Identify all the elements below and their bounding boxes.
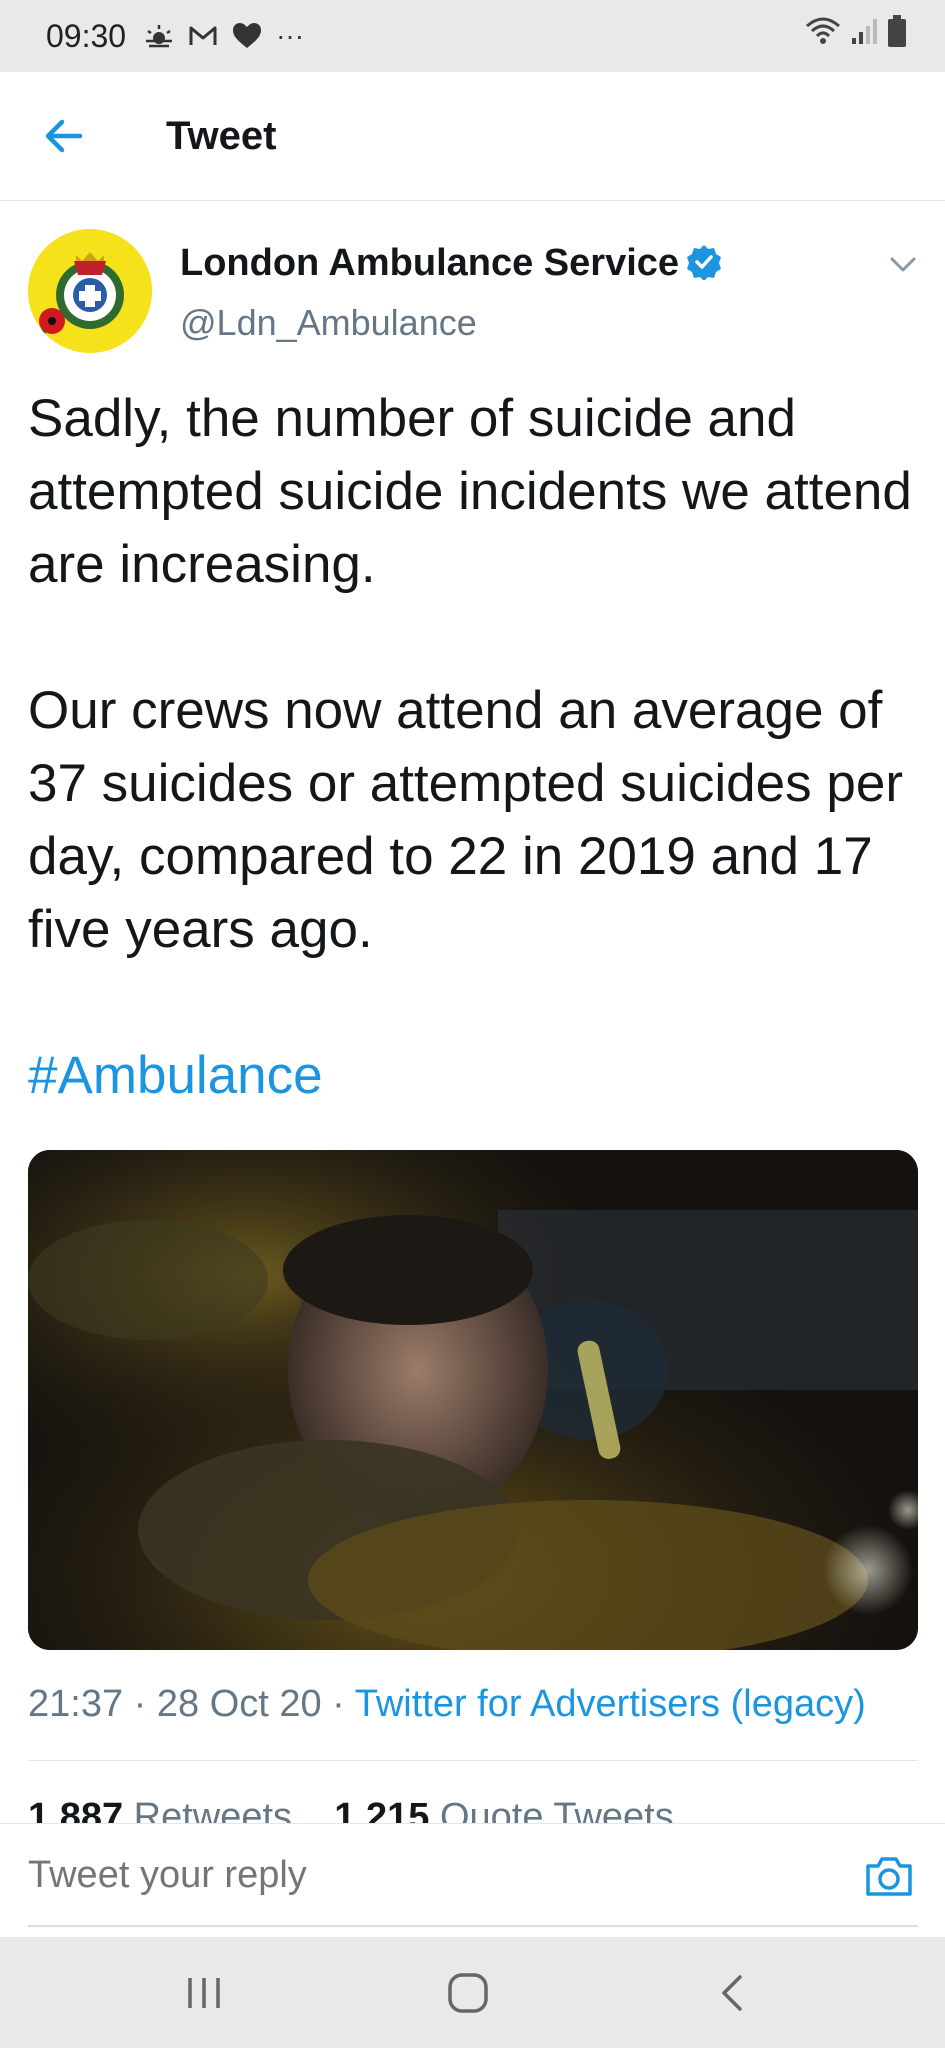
wifi-icon bbox=[805, 16, 841, 51]
tweet-source-link[interactable]: Twitter for Advertisers (legacy) bbox=[355, 1683, 866, 1725]
home-icon bbox=[448, 1973, 488, 2013]
camera-button[interactable] bbox=[864, 1854, 914, 1898]
tweet-paragraph: Our crews now attend an average of 37 su… bbox=[28, 681, 903, 959]
page-title: Tweet bbox=[166, 114, 277, 158]
verified-badge-icon bbox=[687, 245, 721, 280]
back-button[interactable] bbox=[40, 112, 88, 160]
heart-icon bbox=[232, 16, 262, 56]
reply-underline bbox=[28, 1925, 918, 1927]
status-time: 09:30 bbox=[46, 17, 127, 54]
tweet-media-image[interactable] bbox=[28, 1150, 918, 1650]
tweet-paragraph: Sadly, the number of suicide and attempt… bbox=[28, 389, 912, 594]
nav-back-button[interactable] bbox=[710, 1972, 758, 2014]
gmail-icon bbox=[188, 16, 218, 56]
author-name[interactable]: London Ambulance Service bbox=[180, 242, 679, 285]
chevron-down-icon bbox=[890, 257, 916, 272]
hashtag-link[interactable]: #Ambulance bbox=[28, 1046, 323, 1105]
tweet-options-button[interactable] bbox=[888, 252, 918, 276]
status-bar: 09:30 ··· bbox=[0, 0, 945, 72]
arrow-left-icon bbox=[45, 119, 83, 153]
home-button[interactable] bbox=[444, 1972, 492, 2014]
system-nav-bar bbox=[0, 1937, 945, 2048]
ambulance-crest-logo bbox=[28, 229, 152, 353]
camera-icon bbox=[866, 1857, 912, 1896]
avatar[interactable] bbox=[28, 229, 152, 353]
reply-input[interactable] bbox=[28, 1854, 808, 1897]
recent-apps-button[interactable] bbox=[180, 1972, 228, 2014]
author-handle[interactable]: @Ldn_Ambulance bbox=[180, 302, 477, 344]
weather-icon bbox=[144, 16, 174, 56]
more-icon: ··· bbox=[276, 20, 305, 51]
recent-apps-icon bbox=[188, 1978, 220, 2008]
tweet-timestamp[interactable]: 21:37 · 28 Oct 20 · bbox=[28, 1683, 355, 1725]
signal-icon bbox=[851, 16, 877, 51]
tweet-text: Sadly, the number of suicide and attempt… bbox=[28, 382, 918, 1112]
notification-icons: ··· bbox=[144, 16, 304, 56]
top-app-bar: Tweet bbox=[0, 72, 945, 201]
reply-bar bbox=[0, 1823, 945, 1927]
battery-icon bbox=[887, 14, 907, 53]
tweet-meta: 21:37 · 28 Oct 20 · Twitter for Advertis… bbox=[28, 1683, 866, 1726]
system-status-icons bbox=[805, 14, 907, 53]
divider bbox=[28, 1760, 918, 1761]
back-icon bbox=[722, 1975, 742, 2011]
paramedic-photo bbox=[28, 1150, 918, 1650]
